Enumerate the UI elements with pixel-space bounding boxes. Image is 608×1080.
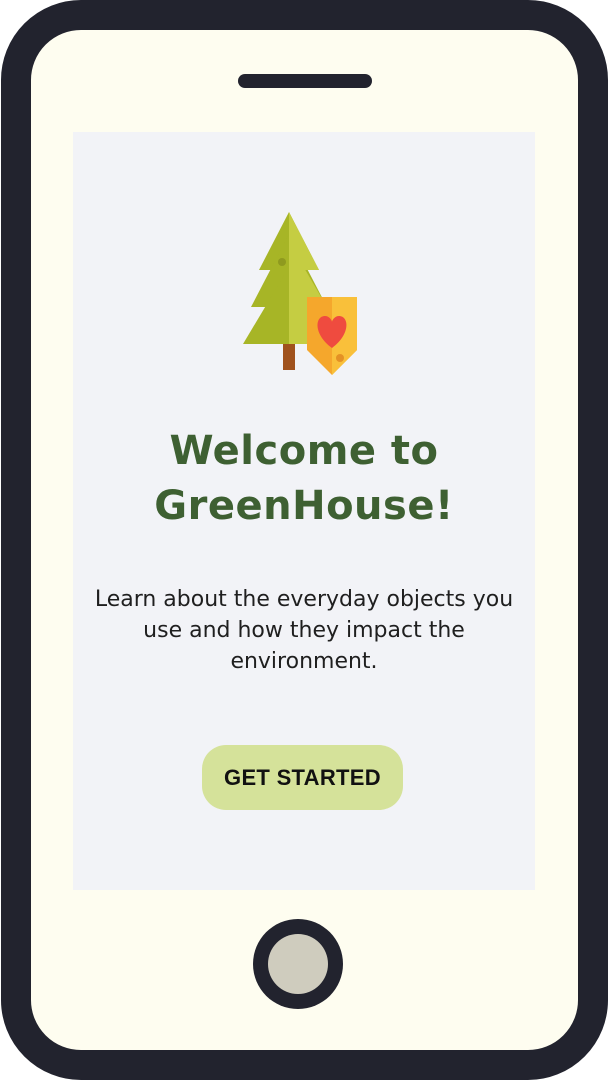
welcome-description: Learn about the everyday objects you use…: [94, 587, 514, 674]
home-button[interactable]: [253, 919, 343, 1009]
welcome-title-line2: GreenHouse!: [154, 483, 454, 529]
phone-frame: Welcome to GreenHouse! Learn about the e…: [1, 0, 608, 1080]
home-button-icon: [268, 934, 328, 994]
welcome-title: Welcome to GreenHouse!: [73, 424, 535, 534]
speaker-slot: [238, 74, 372, 88]
welcome-screen: Welcome to GreenHouse! Learn about the e…: [73, 132, 535, 890]
get-started-button[interactable]: GET STARTED: [202, 745, 403, 810]
welcome-title-line1: Welcome to: [169, 428, 439, 474]
tree-with-heart-shield-icon: [243, 212, 357, 375]
